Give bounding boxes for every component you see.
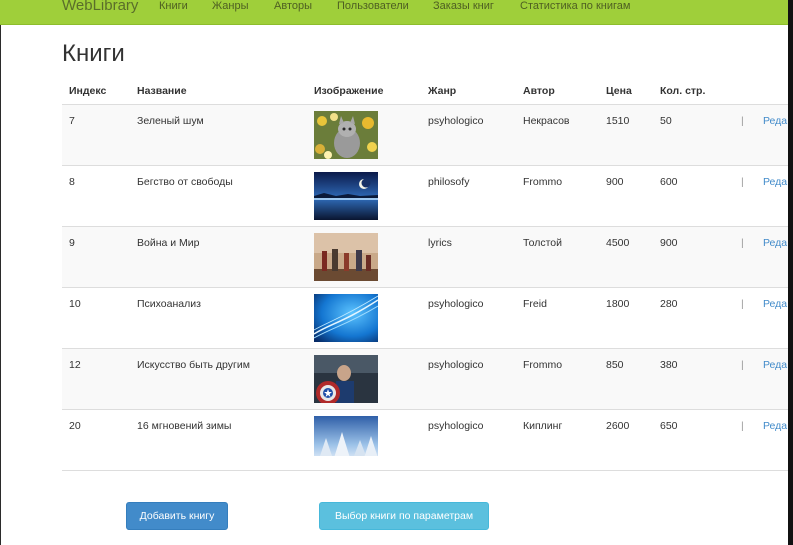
header-genre: Жанр xyxy=(428,85,457,97)
cell-index: 7 xyxy=(69,115,75,127)
book-cover-image xyxy=(314,294,378,342)
table-row: 12 Искусство быть другим psyhologico Fro… xyxy=(62,349,788,410)
action-separator: | xyxy=(741,298,744,310)
nav-link-books[interactable]: Книги xyxy=(159,0,188,12)
add-book-button[interactable]: Добавить книгу xyxy=(126,502,228,530)
cell-price: 2600 xyxy=(606,420,630,432)
book-cover-image xyxy=(314,416,378,464)
action-separator: | xyxy=(741,176,744,188)
header-image: Изображение xyxy=(314,85,384,97)
table-row: 9 Война и Мир lyrics Толстой 4500 900 | … xyxy=(62,227,788,288)
cell-author: Некрасов xyxy=(523,115,570,127)
cell-title: 16 мгновений зимы xyxy=(137,420,232,432)
book-cover-image xyxy=(314,355,378,403)
cell-pages: 380 xyxy=(660,359,678,371)
cell-genre: psyhologico xyxy=(428,420,484,432)
cell-pages: 900 xyxy=(660,237,678,249)
cell-genre: psyhologico xyxy=(428,115,484,127)
cell-index: 9 xyxy=(69,237,75,249)
action-separator: | xyxy=(741,115,744,127)
cell-author: Frommo xyxy=(523,176,563,188)
window-right-edge xyxy=(788,0,793,545)
header-pages: Кол. стр. xyxy=(660,85,706,97)
window-left-edge xyxy=(0,0,1,545)
header-index: Индекс xyxy=(69,85,107,97)
table-row: 7 Зеленый шум psyhologico Некрасов 1510 … xyxy=(62,105,788,166)
book-cover-image xyxy=(314,233,378,281)
action-separator: | xyxy=(741,237,744,249)
nav-link-authors[interactable]: Авторы xyxy=(274,0,312,12)
edit-link[interactable]: Реда xyxy=(763,420,787,432)
cell-title: Искусство быть другим xyxy=(137,359,250,371)
cell-author: Freid xyxy=(523,298,547,310)
cell-index: 20 xyxy=(69,420,81,432)
cell-pages: 50 xyxy=(660,115,672,127)
cell-genre: psyhologico xyxy=(428,298,484,310)
books-table: Индекс Название Изображение Жанр Автор Ц… xyxy=(62,80,788,471)
cell-price: 1510 xyxy=(606,115,630,127)
page-title: Книги xyxy=(62,40,125,67)
table-row: 8 Бегство от свободы philosofy Frommo 90… xyxy=(62,166,788,227)
cell-author: Киплинг xyxy=(523,420,563,432)
cell-price: 1800 xyxy=(606,298,630,310)
cell-index: 12 xyxy=(69,359,81,371)
edit-link[interactable]: Реда xyxy=(763,237,787,249)
brand-logo[interactable]: WebLibrary xyxy=(62,0,138,14)
navbar: WebLibrary Книги Жанры Авторы Пользовате… xyxy=(0,0,793,25)
nav-link-genres[interactable]: Жанры xyxy=(212,0,249,12)
nav-link-users[interactable]: Пользователи xyxy=(337,0,409,12)
cell-title: Бегство от свободы xyxy=(137,176,233,188)
cell-title: Психоанализ xyxy=(137,298,201,310)
header-title: Название xyxy=(137,85,187,97)
edit-link[interactable]: Реда xyxy=(763,298,787,310)
nav-link-statistics[interactable]: Статистика по книгам xyxy=(520,0,630,12)
cell-price: 4500 xyxy=(606,237,630,249)
edit-link[interactable]: Реда xyxy=(763,359,787,371)
cell-index: 10 xyxy=(69,298,81,310)
table-row: 10 Психоанализ psyhologico Freid 1800 28… xyxy=(62,288,788,349)
header-price: Цена xyxy=(606,85,632,97)
cell-price: 850 xyxy=(606,359,624,371)
cell-title: Война и Мир xyxy=(137,237,200,249)
cell-author: Frommo xyxy=(523,359,563,371)
edit-link[interactable]: Реда xyxy=(763,115,787,127)
action-separator: | xyxy=(741,359,744,371)
cell-pages: 280 xyxy=(660,298,678,310)
cell-index: 8 xyxy=(69,176,75,188)
cell-author: Толстой xyxy=(523,237,562,249)
action-separator: | xyxy=(741,420,744,432)
select-book-by-params-button[interactable]: Выбор книги по параметрам xyxy=(319,502,489,530)
cell-price: 900 xyxy=(606,176,624,188)
cell-pages: 600 xyxy=(660,176,678,188)
table-row: 20 16 мгновений зимы psyhologico Киплинг… xyxy=(62,410,788,471)
cell-genre: philosofy xyxy=(428,176,470,188)
book-cover-image xyxy=(314,172,378,220)
edit-link[interactable]: Реда xyxy=(763,176,787,188)
nav-link-orders[interactable]: Заказы книг xyxy=(433,0,494,12)
header-author: Автор xyxy=(523,85,555,97)
table-header: Индекс Название Изображение Жанр Автор Ц… xyxy=(62,80,788,105)
cell-genre: lyrics xyxy=(428,237,452,249)
cell-pages: 650 xyxy=(660,420,678,432)
cell-title: Зеленый шум xyxy=(137,115,204,127)
book-cover-image xyxy=(314,111,378,159)
cell-genre: psyhologico xyxy=(428,359,484,371)
